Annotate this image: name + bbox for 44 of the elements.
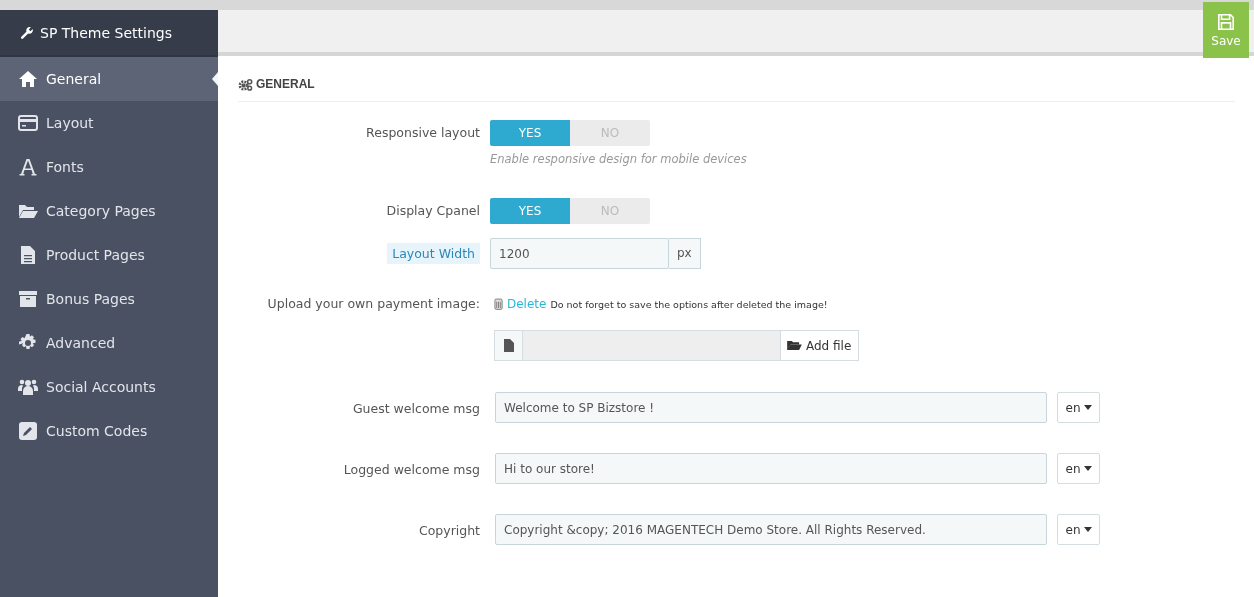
users-icon [18,377,38,397]
sidebar-item[interactable]: Category Pages [0,189,218,233]
field-label: Guest welcome msg [352,401,480,416]
language-dropdown[interactable]: en [1057,453,1100,484]
sidebar-item[interactable]: Layout [0,101,218,145]
sidebar-item[interactable]: General [0,57,218,101]
edit-icon [18,421,38,441]
wrench-icon [20,25,34,40]
active-pointer-icon [212,72,218,86]
sidebar-item[interactable]: Fonts [0,145,218,189]
section-title: GENERAL [256,77,315,91]
input-field[interactable]: 1200 [490,238,669,269]
archive-icon [18,289,38,309]
sidebar-item[interactable]: Bonus Pages [0,277,218,321]
field-label: Copyright [418,523,480,538]
field-label: Responsive layout [366,124,480,142]
home-icon [18,69,38,89]
sidebar-title: SP Theme Settings [40,24,172,41]
layout-icon [18,113,38,133]
gears-icon [238,77,253,91]
sidebar-item[interactable]: Custom Codes [0,409,218,453]
sidebar-item[interactable]: Social Accounts [0,365,218,409]
help-text: Enable responsive design for mobile devices [490,152,747,166]
field-label: Layout Width [387,243,480,264]
field-label: Logged welcome msg [343,462,480,477]
trash-icon [494,298,503,310]
language-dropdown[interactable]: en [1057,514,1100,545]
document-icon [18,245,38,265]
font-icon [18,157,38,177]
sidebar-item[interactable]: Advanced [0,321,218,365]
input-field[interactable]: Copyright &copy; 2016 MAGENTECH Demo Store. All Rights Reserved. [495,514,1047,545]
input-field[interactable]: Hi to our store! [495,453,1047,484]
input-field[interactable]: Welcome to SP Bizstore ! [495,392,1047,423]
file-icon [503,339,514,352]
folder-icon [787,340,802,351]
field-label: Display Cpanel [386,202,480,220]
save-icon [1217,12,1235,31]
language-dropdown[interactable]: en [1057,392,1100,423]
note-text: Do not forget to save the options after deleted the image! [550,298,828,310]
file-field[interactable] [523,330,781,361]
unit-addon: px [669,238,701,269]
add-file-button[interactable]: Add file [781,330,859,361]
field-label: Upload your own payment image: [267,296,480,311]
sidebar-item[interactable]: Product Pages [0,233,218,277]
